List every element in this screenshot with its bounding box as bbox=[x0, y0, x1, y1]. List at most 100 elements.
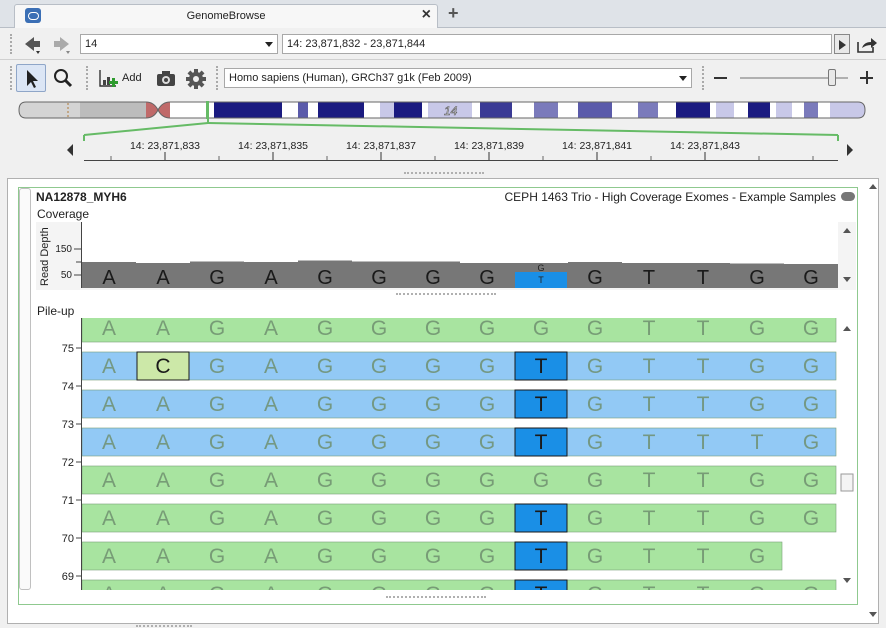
tab-genomebrowse[interactable]: GenomeBrowse × bbox=[14, 4, 438, 28]
read-base: G bbox=[317, 355, 333, 378]
read-base: G bbox=[317, 318, 333, 340]
coverage-plot[interactable]: A A G A G G G G GT G T T G G bbox=[82, 222, 838, 288]
read-base: G bbox=[803, 469, 819, 492]
read-base: G bbox=[425, 469, 441, 492]
read-base: A bbox=[156, 545, 170, 568]
read-base: A bbox=[156, 393, 170, 416]
row-label: 71 bbox=[62, 495, 74, 507]
read-base: G bbox=[371, 318, 387, 340]
read-bar[interactable] bbox=[82, 351, 837, 381]
toolbar-grip bbox=[10, 34, 13, 54]
read-base: G bbox=[479, 469, 495, 492]
splitter-handle[interactable] bbox=[404, 172, 484, 174]
read-base: T bbox=[643, 318, 656, 340]
read-base: G bbox=[209, 583, 225, 590]
read-base: G bbox=[371, 469, 387, 492]
read-base: G bbox=[479, 393, 495, 416]
read-base: T bbox=[643, 393, 656, 416]
screenshot-button[interactable] bbox=[154, 64, 178, 92]
read-base: G bbox=[749, 507, 765, 530]
locus-input[interactable]: 14: 23,871,832 - 23,871,844 bbox=[282, 34, 832, 54]
zoom-slider-thumb[interactable] bbox=[828, 69, 836, 86]
read-base: A bbox=[156, 431, 170, 454]
position-ruler: 14: 23,871,833 14: 23,871,835 14: 23,871,8… bbox=[84, 140, 838, 161]
read-bar[interactable] bbox=[82, 318, 837, 343]
add-track-button[interactable]: Add bbox=[96, 64, 148, 92]
read-base: A bbox=[156, 318, 170, 340]
read-base: G bbox=[749, 318, 765, 340]
genome-select[interactable]: Homo sapiens (Human), GRCh37 g1k (Feb 20… bbox=[224, 68, 692, 88]
ruler-tick-label: 14: 23,871,843 bbox=[670, 140, 740, 152]
splitter-handle[interactable] bbox=[396, 293, 496, 295]
coverage-base-label: A bbox=[264, 267, 278, 288]
new-tab-icon[interactable]: + bbox=[448, 4, 459, 22]
toolbar-grip bbox=[702, 66, 705, 90]
read-base: T bbox=[535, 431, 548, 454]
back-icon[interactable] bbox=[22, 34, 42, 54]
pileup-scroll-thumb[interactable] bbox=[840, 473, 854, 492]
splitter-handle[interactable] bbox=[386, 596, 486, 598]
read-base: A bbox=[102, 393, 116, 416]
read-bar[interactable] bbox=[82, 579, 837, 590]
zoom-out-button[interactable] bbox=[712, 68, 730, 88]
read-base: G bbox=[317, 507, 333, 530]
read-base: G bbox=[425, 583, 441, 590]
read-base: G bbox=[587, 507, 603, 530]
read-base: G bbox=[803, 583, 819, 590]
chevron-down-icon bbox=[265, 42, 273, 47]
read-base: G bbox=[587, 355, 603, 378]
close-icon[interactable]: × bbox=[422, 7, 431, 23]
read-bar[interactable] bbox=[82, 465, 837, 495]
read-base: A bbox=[264, 431, 278, 454]
pointer-tool-button[interactable] bbox=[16, 64, 46, 92]
read-base: T bbox=[751, 431, 764, 454]
read-base: G bbox=[371, 583, 387, 590]
scroll-right-icon[interactable] bbox=[844, 143, 856, 157]
pileup-view[interactable]: A A G A G G G G G G T T G GA C G A G G G G T G T T G GA A G A G G G G T G T T… bbox=[82, 318, 838, 590]
read-base: G bbox=[749, 545, 765, 568]
chromosome-ideogram[interactable]: 14 bbox=[18, 101, 866, 119]
track-handle[interactable] bbox=[19, 188, 31, 590]
read-bar[interactable] bbox=[82, 503, 837, 533]
coverage-scrollbar[interactable] bbox=[840, 224, 854, 286]
coverage-label: Coverage bbox=[37, 207, 90, 221]
scroll-left-icon[interactable] bbox=[64, 143, 76, 157]
gear-icon bbox=[186, 69, 206, 89]
pileup-scrollbar[interactable] bbox=[840, 320, 854, 590]
read-base: T bbox=[535, 355, 548, 378]
read-base: A bbox=[264, 583, 278, 590]
read-base: G bbox=[749, 393, 765, 416]
tab-title: GenomeBrowse bbox=[186, 10, 266, 22]
read-bar[interactable] bbox=[82, 389, 837, 419]
settings-button[interactable] bbox=[184, 64, 208, 92]
read-base: A bbox=[264, 355, 278, 378]
read-base: A bbox=[264, 545, 278, 568]
go-button[interactable] bbox=[834, 34, 850, 54]
splitter-handle[interactable] bbox=[136, 625, 192, 627]
coverage-base-label: G bbox=[209, 267, 225, 288]
share-icon[interactable] bbox=[856, 36, 878, 54]
read-base: A bbox=[264, 393, 278, 416]
read-base: T bbox=[535, 583, 548, 590]
main-scrollbar[interactable] bbox=[866, 180, 880, 622]
read-base: A bbox=[156, 469, 170, 492]
read-base: G bbox=[209, 469, 225, 492]
read-base: T bbox=[643, 355, 656, 378]
chromosome-select[interactable]: 14 bbox=[80, 34, 278, 54]
zoom-tool-button[interactable] bbox=[50, 64, 76, 92]
coverage-base-label: T bbox=[697, 267, 709, 288]
toolbar-grip bbox=[10, 66, 13, 90]
read-base: G bbox=[803, 507, 819, 530]
read-base: G bbox=[749, 583, 765, 590]
read-base: T bbox=[535, 393, 548, 416]
coverage-base-label: G bbox=[425, 267, 441, 288]
read-base: G bbox=[803, 393, 819, 416]
read-bar[interactable] bbox=[82, 427, 837, 457]
read-base: G bbox=[371, 507, 387, 530]
forward-icon[interactable] bbox=[52, 34, 72, 54]
read-base: A bbox=[264, 507, 278, 530]
zoom-in-button[interactable] bbox=[858, 68, 876, 88]
read-base: A bbox=[156, 507, 170, 530]
read-base: T bbox=[697, 318, 710, 340]
read-base: G bbox=[587, 393, 603, 416]
